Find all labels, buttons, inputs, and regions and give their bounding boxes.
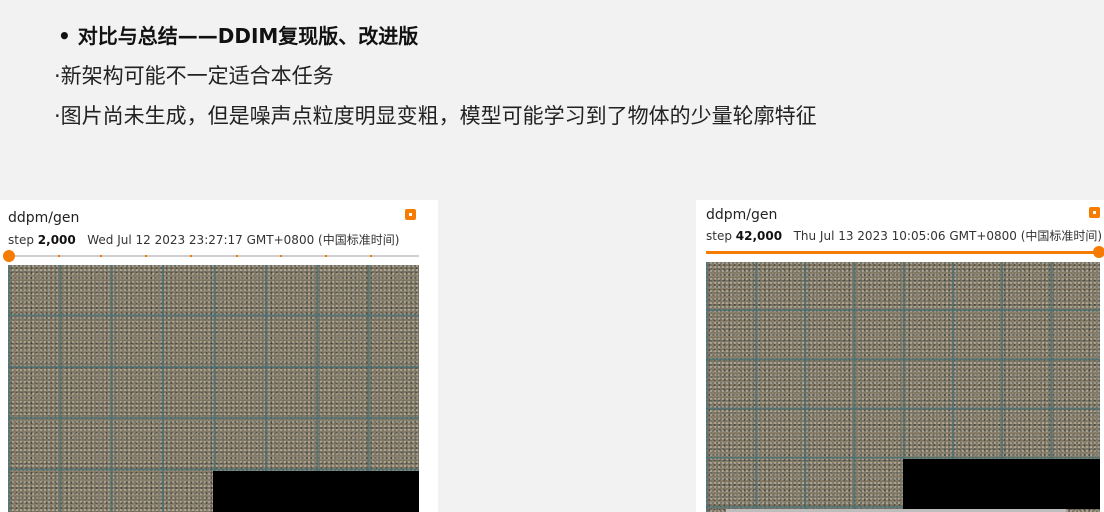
step-slider-knob[interactable]	[3, 250, 15, 262]
slider-tick	[190, 255, 192, 257]
panel-tag: ddpm/gen	[706, 207, 778, 223]
step-slider[interactable]	[706, 251, 1098, 254]
step-label: step	[706, 229, 732, 243]
slider-tick	[370, 255, 372, 257]
timestamp: Wed Jul 12 2023 23:27:17 GMT+0800 (中国标准时…	[87, 233, 400, 247]
step-slider[interactable]	[8, 255, 419, 257]
timestamp: Thu Jul 13 2023 10:05:06 GMT+0800 (中国标准时…	[793, 229, 1103, 243]
panel-meta: step 42,000 Thu Jul 13 2023 10:05:06 GMT…	[706, 227, 1102, 244]
step-slider-knob[interactable]	[1093, 246, 1104, 258]
step-label: step	[8, 233, 34, 247]
slider-tick	[236, 255, 238, 257]
empty-image-slot	[213, 471, 419, 512]
slider-tick	[280, 255, 282, 257]
slide-title: • 对比与总结——DDIM复现版、改进版	[58, 24, 419, 48]
summary-line-architecture: ·新架构可能不一定适合本任务	[54, 64, 334, 88]
summary-line-noise: ·图片尚未生成，但是噪声点粒度明显变粗，模型可能学习到了物体的少量轮廓特征	[54, 104, 817, 128]
step-value: 2,000	[37, 233, 76, 247]
pin-icon[interactable]	[1089, 207, 1100, 218]
empty-image-slot	[903, 459, 1100, 509]
slider-tick	[325, 255, 327, 257]
slider-tick	[145, 255, 147, 257]
step-value: 42,000	[735, 229, 783, 243]
panel-meta: step 2,000 Wed Jul 12 2023 23:27:17 GMT+…	[8, 231, 399, 248]
pin-icon[interactable]	[405, 209, 416, 220]
panel-tag: ddpm/gen	[8, 210, 80, 226]
slider-tick	[100, 255, 102, 257]
slider-tick	[58, 255, 60, 257]
